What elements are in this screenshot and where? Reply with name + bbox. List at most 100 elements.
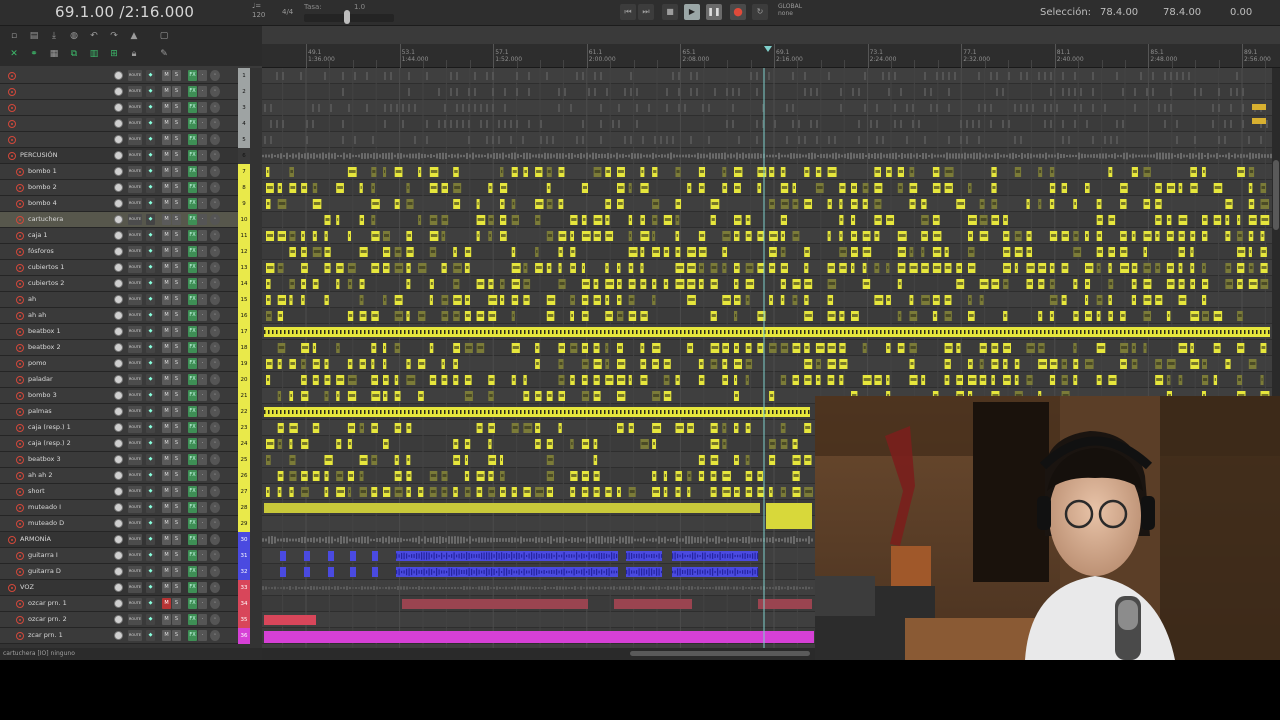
item-waveform[interactable]: [464, 330, 466, 334]
item-waveform[interactable]: [1104, 330, 1106, 334]
mute-button[interactable]: M: [162, 582, 171, 593]
audio-item[interactable]: [408, 88, 410, 96]
item-waveform[interactable]: [520, 410, 522, 414]
item-waveform[interactable]: [528, 570, 530, 574]
item-waveform[interactable]: [1148, 330, 1150, 334]
item-waveform[interactable]: [746, 234, 751, 237]
item-waveform[interactable]: [337, 394, 339, 397]
item-waveform[interactable]: [442, 362, 444, 365]
play-button[interactable]: ▶: [684, 4, 700, 20]
item-waveform[interactable]: [442, 490, 447, 493]
item-waveform[interactable]: [658, 568, 660, 576]
item-waveform[interactable]: [684, 554, 686, 558]
audio-item[interactable]: [1176, 136, 1178, 144]
solo-button[interactable]: S: [172, 86, 181, 97]
fx-bypass-button[interactable]: ·: [198, 166, 207, 177]
audio-item[interactable]: [1020, 104, 1022, 112]
item-waveform[interactable]: [629, 426, 633, 429]
item-waveform[interactable]: [1039, 170, 1042, 173]
item-waveform[interactable]: [524, 330, 526, 334]
item-waveform[interactable]: [692, 410, 694, 414]
item-waveform[interactable]: [454, 282, 459, 285]
item-waveform[interactable]: [816, 362, 820, 365]
item-waveform[interactable]: [1249, 362, 1256, 365]
item-waveform[interactable]: [548, 553, 550, 559]
item-waveform[interactable]: [594, 458, 597, 461]
audio-item[interactable]: [264, 615, 316, 625]
solo-button[interactable]: S: [172, 150, 181, 161]
item-waveform[interactable]: [618, 266, 620, 269]
item-waveform[interactable]: [489, 314, 496, 317]
track-number[interactable]: 14: [238, 276, 250, 292]
item-waveform[interactable]: [694, 570, 696, 574]
audio-item[interactable]: [924, 88, 926, 96]
item-waveform[interactable]: [945, 186, 952, 189]
item-waveform[interactable]: [540, 330, 542, 334]
item-waveform[interactable]: [278, 298, 286, 301]
item-waveform[interactable]: [454, 490, 457, 493]
item-waveform[interactable]: [757, 553, 759, 559]
route-button[interactable]: ROUTE: [128, 630, 142, 641]
item-waveform[interactable]: [538, 570, 540, 574]
item-waveform[interactable]: [594, 362, 601, 365]
item-waveform[interactable]: [704, 552, 706, 560]
item-waveform[interactable]: [594, 170, 601, 173]
item-waveform[interactable]: [969, 362, 972, 365]
item-waveform[interactable]: [1179, 378, 1182, 381]
audio-item[interactable]: [882, 136, 884, 144]
item-waveform[interactable]: [1249, 202, 1254, 205]
item-waveform[interactable]: [488, 410, 490, 414]
item-waveform[interactable]: [416, 410, 418, 414]
item-waveform[interactable]: [793, 282, 800, 285]
fx-bypass-button[interactable]: ·: [198, 118, 207, 129]
audio-item[interactable]: [858, 120, 860, 128]
item-waveform[interactable]: [536, 568, 538, 576]
item-waveform[interactable]: [465, 378, 471, 381]
item-waveform[interactable]: [606, 362, 609, 365]
item-waveform[interactable]: [352, 410, 354, 414]
route-button[interactable]: ROUTE: [128, 454, 142, 465]
item-waveform[interactable]: [558, 554, 560, 558]
item-waveform[interactable]: [428, 330, 430, 334]
item-waveform[interactable]: [1144, 170, 1150, 173]
track-name[interactable]: ozcar prn. 2: [28, 615, 67, 623]
item-waveform[interactable]: [910, 170, 914, 173]
item-waveform[interactable]: [320, 330, 322, 334]
item-waveform[interactable]: [272, 410, 274, 414]
item-waveform[interactable]: [922, 250, 924, 253]
item-waveform[interactable]: [516, 330, 518, 334]
item-waveform[interactable]: [312, 410, 314, 414]
item-waveform[interactable]: [828, 298, 833, 301]
item-waveform[interactable]: [618, 170, 624, 173]
item-waveform[interactable]: [395, 474, 401, 477]
route-button[interactable]: ROUTE: [128, 134, 142, 145]
item-waveform[interactable]: [900, 330, 902, 334]
item-waveform[interactable]: [699, 250, 706, 253]
item-waveform[interactable]: [641, 250, 644, 253]
volume-knob[interactable]: [114, 87, 123, 96]
solo-button[interactable]: S: [172, 246, 181, 257]
item-waveform[interactable]: [1097, 250, 1102, 253]
audio-item[interactable]: [1146, 88, 1148, 96]
record-arm-icon[interactable]: [8, 536, 16, 544]
item-waveform[interactable]: [689, 554, 691, 558]
item-waveform[interactable]: [428, 552, 430, 560]
item-waveform[interactable]: [945, 170, 953, 173]
solo-button[interactable]: S: [172, 102, 181, 113]
item-waveform[interactable]: [442, 298, 448, 301]
item-waveform[interactable]: [442, 218, 448, 221]
fx-button[interactable]: FX: [188, 118, 197, 129]
item-waveform[interactable]: [416, 553, 418, 559]
item-waveform[interactable]: [863, 186, 868, 189]
item-waveform[interactable]: [1238, 314, 1242, 317]
item-waveform[interactable]: [395, 266, 403, 269]
item-waveform[interactable]: [594, 442, 597, 445]
item-waveform[interactable]: [945, 250, 948, 253]
item-waveform[interactable]: [578, 554, 580, 558]
item-waveform[interactable]: [793, 186, 795, 189]
item-waveform[interactable]: [292, 410, 294, 414]
audio-item[interactable]: [960, 136, 962, 144]
audio-item[interactable]: [948, 104, 950, 112]
item-waveform[interactable]: [712, 568, 714, 576]
item-waveform[interactable]: [863, 378, 871, 381]
